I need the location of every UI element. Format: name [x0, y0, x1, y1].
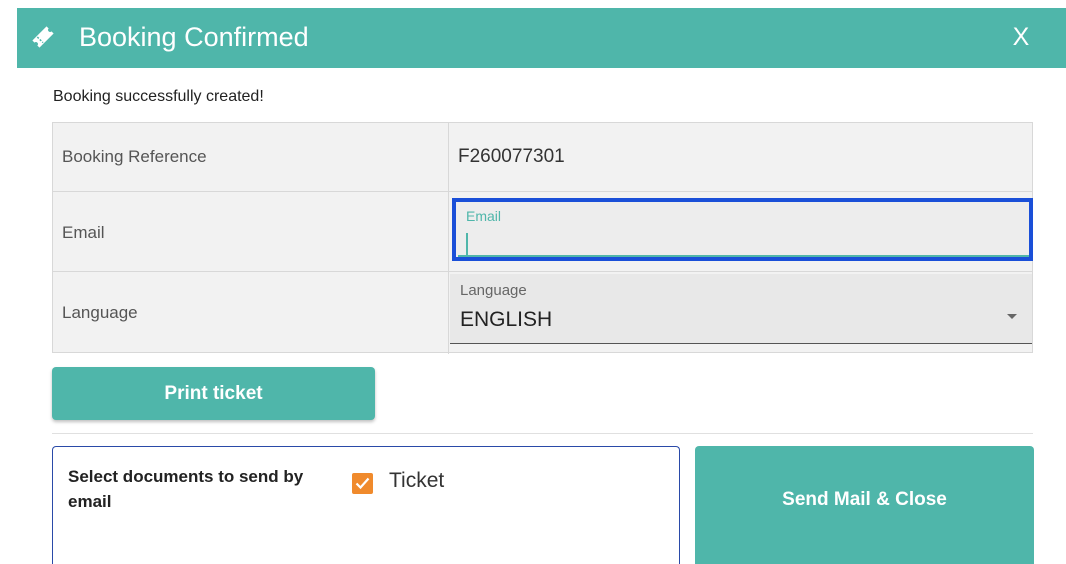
dropdown-arrow-icon[interactable] — [1007, 314, 1017, 319]
column-divider — [448, 123, 449, 191]
documents-label: Select documents to send by email — [68, 467, 304, 511]
email-field-label: Email — [466, 208, 502, 224]
send-mail-close-button[interactable]: Send Mail & Close — [695, 446, 1034, 564]
booking-reference-label: Booking Reference — [62, 147, 207, 166]
booking-info-table: Booking Reference F260077301 Email Email… — [52, 122, 1033, 354]
checkmark-icon — [355, 477, 370, 490]
close-button[interactable]: X — [1007, 21, 1035, 53]
language-select[interactable]: Language ENGLISH — [450, 274, 1032, 344]
success-message: Booking successfully created! — [53, 88, 264, 105]
language-selected-value: ENGLISH — [460, 308, 553, 331]
table-row: Language Language ENGLISH — [53, 272, 1032, 354]
table-row: Booking Reference F260077301 — [53, 123, 1032, 192]
text-caret — [466, 233, 468, 255]
ticket-icon — [30, 24, 56, 50]
ticket-checkbox[interactable] — [352, 473, 373, 494]
email-field[interactable]: Email — [452, 198, 1033, 261]
section-divider — [52, 433, 1033, 434]
dialog-titlebar: Booking Confirmed X — [17, 8, 1066, 68]
language-label: Language — [62, 303, 138, 322]
email-label: Email — [62, 223, 105, 242]
table-row: Email Email — [53, 192, 1033, 272]
column-divider — [448, 192, 449, 271]
ticket-checkbox-label[interactable]: Ticket — [389, 469, 444, 493]
language-field-label: Language — [460, 282, 527, 299]
booking-confirmed-dialog: Booking Confirmed X Booking successfully… — [17, 8, 1066, 564]
booking-reference-value: F260077301 — [458, 146, 565, 167]
column-divider — [448, 272, 449, 354]
print-ticket-button[interactable]: Print ticket — [52, 367, 375, 420]
documents-selection-box: Select documents to send by email Ticket — [52, 446, 680, 564]
dialog-title: Booking Confirmed — [79, 22, 309, 52]
email-input[interactable] — [458, 228, 1029, 257]
